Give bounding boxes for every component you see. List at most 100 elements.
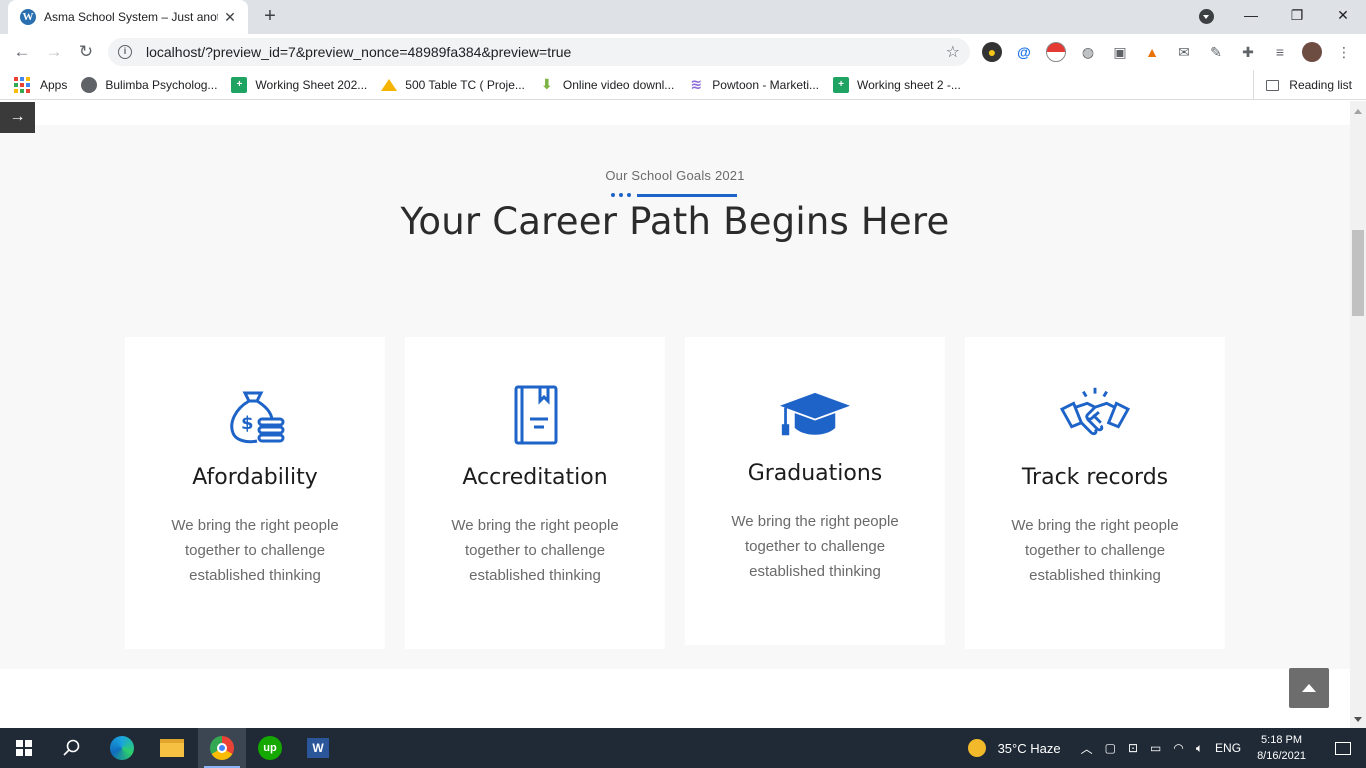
svg-text:$: $: [241, 413, 254, 434]
bookmark-label: Apps: [40, 77, 68, 92]
bookmark-label: Powtoon - Marketi...: [712, 77, 820, 92]
sidebar-toggle-button[interactable]: →: [0, 102, 35, 133]
goal-card: Graduations We bring the right people to…: [685, 337, 945, 645]
bookmark-star-icon[interactable]: ☆: [946, 42, 960, 62]
chevron-up-icon[interactable]: ︿: [1081, 740, 1093, 757]
reading-list-icon: [1266, 79, 1280, 91]
bookmark-item[interactable]: Bulimba Psycholog...: [81, 76, 218, 93]
email-extension-icon[interactable]: @: [1014, 42, 1034, 62]
tab-search-icon[interactable]: [1199, 9, 1214, 24]
page-viewport: Our School Goals 2021 Your Career Path B…: [0, 101, 1350, 728]
pokeball-extension-icon[interactable]: [1046, 42, 1066, 62]
clock-date: 8/16/2021: [1257, 750, 1306, 762]
search-icon[interactable]: [48, 728, 96, 768]
extensions-puzzle-icon[interactable]: ✚: [1238, 42, 1258, 62]
card-title: Accreditation: [462, 465, 608, 490]
section-eyebrow: Our School Goals 2021: [605, 168, 745, 183]
action-icon[interactable]: ⊡: [1128, 741, 1138, 755]
edge-browser-icon[interactable]: [98, 728, 146, 768]
wifi-icon[interactable]: ◠: [1173, 741, 1183, 755]
bookmark-item[interactable]: + Working Sheet 202...: [231, 76, 368, 93]
volume-icon[interactable]: 🔈︎: [1196, 741, 1203, 756]
maximize-button[interactable]: ❐: [1274, 0, 1320, 30]
bookmark-label: 500 Table TC ( Proje...: [405, 77, 525, 92]
extensions-row: ● @ ◍ ▣ ▲ ✉ ✎ ✚ ≡ ⋮: [982, 42, 1354, 62]
meet-now-icon[interactable]: ▢: [1105, 741, 1116, 755]
scroll-up-icon[interactable]: [1354, 105, 1362, 114]
powtoon-icon: ≋: [690, 76, 703, 92]
new-tab-button[interactable]: +: [258, 5, 282, 29]
tab-close-button[interactable]: ✕: [222, 9, 238, 26]
scroll-down-icon[interactable]: [1354, 717, 1362, 726]
tab-strip: W Asma School System – Just anoth ✕ + — …: [0, 0, 1366, 34]
bookmark-apps[interactable]: Apps: [14, 76, 68, 93]
eyedropper-extension-icon[interactable]: ✎: [1206, 42, 1226, 62]
file-explorer-icon[interactable]: [148, 728, 196, 768]
money-bag-icon: $: [220, 383, 290, 447]
reading-list-label: Reading list: [1289, 78, 1352, 92]
card-text: We bring the right people together to ch…: [171, 517, 339, 584]
address-bar[interactable]: i localhost/?preview_id=7&preview_nonce=…: [108, 38, 970, 66]
back-to-top-button[interactable]: [1289, 668, 1329, 708]
extension-5-icon[interactable]: ▣: [1110, 42, 1130, 62]
weather-widget[interactable]: 35°C Haze: [967, 739, 1061, 757]
card-title: Track records: [1021, 465, 1169, 490]
minimize-button[interactable]: —: [1228, 0, 1274, 30]
download-icon: ⬇: [541, 76, 553, 92]
bookmark-label: Online video downl...: [562, 77, 675, 92]
drive-icon: [381, 78, 398, 91]
mail-extension-icon[interactable]: ✉: [1174, 42, 1194, 62]
card-title: Graduations: [747, 461, 883, 486]
scrollbar-thumb[interactable]: [1352, 230, 1364, 316]
system-tray: 35°C Haze ︿ ▢ ⊡ ▭ ◠ 🔈︎ ENG 5:18 PM 8/16/…: [967, 728, 1366, 768]
profile-avatar[interactable]: [1302, 42, 1322, 62]
windows-taskbar: up W 35°C Haze ︿ ▢ ⊡ ▭ ◠ 🔈︎ ENG 5:18 PM …: [0, 728, 1366, 768]
bookmark-label: Working sheet 2 -...: [857, 77, 961, 92]
media-control-icon[interactable]: ≡: [1270, 42, 1290, 62]
start-button[interactable]: [0, 728, 48, 768]
bookmark-item[interactable]: ≋ Powtoon - Marketi...: [688, 76, 820, 93]
language-indicator[interactable]: ENG: [1215, 741, 1241, 755]
extension-1-icon[interactable]: ●: [982, 42, 1002, 62]
notification-center-button[interactable]: [1320, 728, 1366, 768]
sheets-icon: +: [231, 76, 248, 93]
upwork-icon[interactable]: up: [246, 728, 294, 768]
bookmark-item[interactable]: + Working sheet 2 -...: [833, 76, 961, 93]
book-icon: [500, 383, 570, 447]
title-divider: [611, 193, 737, 197]
word-icon[interactable]: W: [294, 728, 342, 768]
goal-card: $ Afordability We bring the right people…: [125, 337, 385, 649]
sheets-icon: +: [833, 76, 850, 93]
battery-icon[interactable]: ▭: [1150, 741, 1161, 755]
card-text: We bring the right people together to ch…: [731, 513, 899, 580]
browser-toolbar: ← → ↻ i localhost/?preview_id=7&preview_…: [0, 34, 1366, 70]
section-heading: Your Career Path Begins Here: [400, 200, 950, 243]
globe-icon: [81, 76, 98, 93]
extension-6-icon[interactable]: ▲: [1142, 42, 1162, 62]
handshake-icon: [1060, 383, 1130, 447]
site-info-icon[interactable]: i: [118, 45, 132, 59]
reload-button[interactable]: ↻: [74, 40, 98, 64]
back-button[interactable]: ←: [10, 40, 34, 64]
goal-card: Accreditation We bring the right people …: [405, 337, 665, 649]
card-text: We bring the right people together to ch…: [451, 517, 619, 584]
weather-text: 35°C Haze: [997, 740, 1061, 756]
reading-list-button[interactable]: Reading list: [1253, 70, 1352, 100]
clock[interactable]: 5:18 PM 8/16/2021: [1257, 732, 1306, 764]
menu-kebab-icon[interactable]: ⋮: [1334, 42, 1354, 62]
page-scrollbar[interactable]: [1350, 101, 1366, 728]
window-controls: — ❐ ✕: [1228, 0, 1366, 30]
bookmark-label: Bulimba Psycholog...: [105, 77, 218, 92]
apps-grid-icon: [14, 76, 30, 93]
bookmark-label: Working Sheet 202...: [255, 77, 368, 92]
bookmark-item[interactable]: ⬇ Online video downl...: [539, 76, 675, 93]
globe-extension-icon[interactable]: ◍: [1078, 42, 1098, 62]
url-text[interactable]: localhost/?preview_id=7&preview_nonce=48…: [146, 44, 571, 60]
forward-button[interactable]: →: [42, 40, 66, 64]
bookmark-item[interactable]: 500 Table TC ( Proje...: [381, 78, 525, 92]
close-window-button[interactable]: ✕: [1320, 0, 1366, 30]
browser-tab[interactable]: W Asma School System – Just anoth ✕: [8, 0, 248, 34]
chrome-taskbar-icon[interactable]: [198, 728, 246, 768]
bookmarks-bar: Apps Bulimba Psycholog... + Working Shee…: [0, 70, 1366, 100]
clock-time: 5:18 PM: [1261, 734, 1303, 746]
